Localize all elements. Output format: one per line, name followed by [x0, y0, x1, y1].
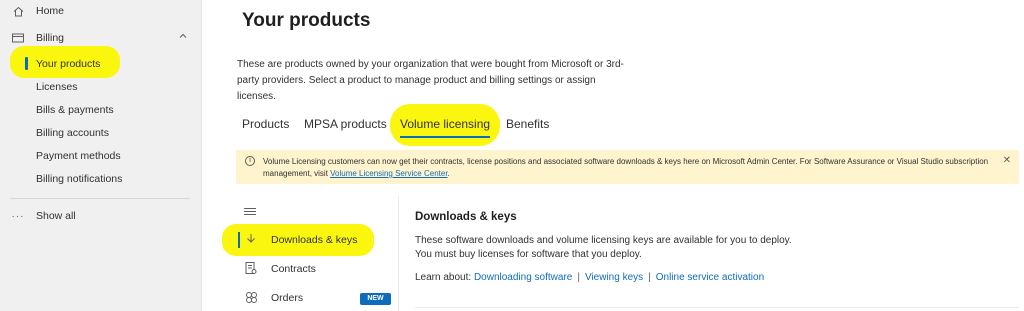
selected-indicator [238, 232, 240, 248]
nav-label-payment-methods: Payment methods [36, 150, 121, 162]
inner-nav-orders[interactable]: Orders NEW [236, 284, 398, 311]
section-description: These software downloads and volume lice… [415, 234, 792, 262]
vertical-divider [398, 196, 399, 311]
vlsc-link[interactable]: Volume Licensing Service Center [330, 169, 447, 178]
active-tab-underline [400, 136, 490, 138]
tab-volume-licensing[interactable]: Volume licensing [400, 117, 490, 131]
close-icon[interactable]: ✕ [1003, 155, 1011, 166]
nav-label-your-products: Your products [36, 58, 101, 70]
chevron-up-icon[interactable] [178, 31, 188, 44]
nav-label-home: Home [36, 5, 65, 17]
banner-suffix: . [447, 169, 450, 178]
hamburger-icon[interactable] [244, 208, 256, 217]
learn-label: Learn about: [415, 272, 472, 283]
inner-nav-label-contracts: Contracts [271, 263, 316, 275]
nav-item-licenses[interactable]: Licenses [0, 76, 202, 98]
section-title: Downloads & keys [415, 211, 517, 223]
nav-label-bills-payments: Bills & payments [36, 104, 114, 116]
home-icon [12, 5, 24, 17]
nav-item-your-products[interactable]: Your products [0, 53, 202, 75]
nav-item-bills-payments[interactable]: Bills & payments [0, 99, 202, 121]
credit-card-icon [12, 32, 24, 44]
nav-label-licenses: Licenses [36, 81, 78, 93]
tab-benefits[interactable]: Benefits [506, 117, 549, 131]
inner-nav-downloads-keys[interactable]: Downloads & keys [236, 226, 398, 254]
tab-products[interactable]: Products [242, 117, 289, 131]
nav-label-billing: Billing [36, 32, 65, 44]
link-online-service-activation[interactable]: Online service activation [656, 272, 764, 283]
nav-item-show-all[interactable]: ··· Show all [0, 205, 202, 227]
nav-label-show-all: Show all [36, 210, 76, 222]
link-downloading-software[interactable]: Downloading software [474, 272, 572, 283]
tab-mpsa-products[interactable]: MPSA products [304, 117, 387, 131]
section-line-2: You must buy licenses for software that … [415, 249, 642, 260]
link-viewing-keys[interactable]: Viewing keys [585, 272, 643, 283]
info-banner: i Volume Licensing customers can now get… [236, 150, 1019, 184]
new-badge: NEW [360, 293, 391, 305]
banner-text: Volume Licensing customers can now get t… [263, 156, 1003, 180]
nav-item-payment-methods[interactable]: Payment methods [0, 145, 202, 167]
page-description: These are products owned by your organiz… [237, 59, 624, 102]
contract-icon [245, 262, 257, 274]
more-icon: ··· [11, 210, 25, 222]
nav-label-billing-accounts: Billing accounts [36, 127, 109, 139]
inner-nav-label-orders: Orders [271, 292, 304, 304]
info-icon: i [245, 156, 255, 166]
section-line-1: These software downloads and volume lice… [415, 235, 792, 246]
inner-nav-label-downloads-keys: Downloads & keys [271, 234, 358, 246]
nav-item-home[interactable]: Home [0, 0, 202, 22]
nav-item-billing[interactable]: Billing [0, 27, 202, 49]
nav-label-billing-notifications: Billing notifications [36, 173, 123, 185]
orders-icon [245, 291, 257, 303]
page-title: Your products [242, 10, 371, 31]
download-icon [245, 233, 257, 245]
nav-item-billing-notifications[interactable]: Billing notifications [0, 168, 202, 190]
left-nav: Home Billing Your products Licenses Bill… [0, 0, 202, 311]
nav-item-billing-accounts[interactable]: Billing accounts [0, 122, 202, 144]
link-separator: | [577, 272, 580, 283]
inner-nav-contracts[interactable]: Contracts [236, 255, 398, 283]
learn-about: Learn about: Downloading software | Viewin… [415, 272, 764, 283]
section-divider [415, 307, 1019, 308]
nav-divider [10, 198, 190, 199]
link-separator: | [648, 272, 651, 283]
